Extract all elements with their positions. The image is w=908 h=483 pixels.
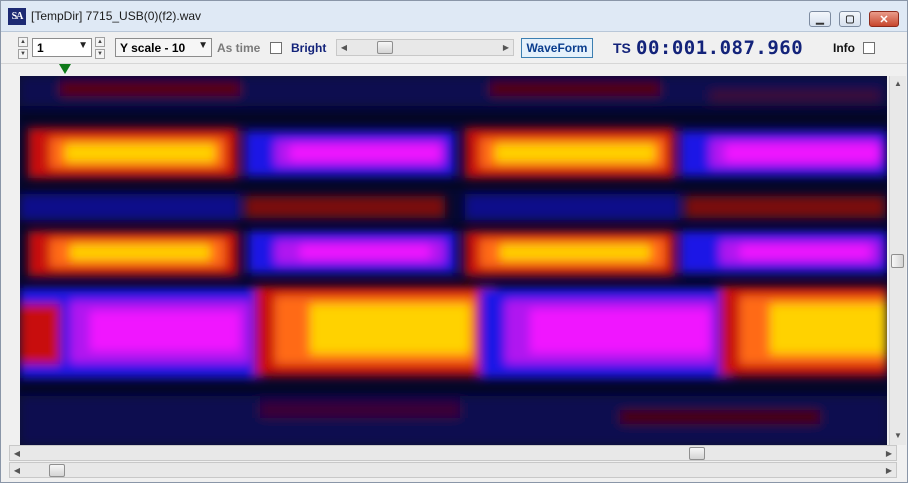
bright-slider[interactable]: ◀ ▶ <box>336 39 514 56</box>
ts-label: TS <box>613 40 631 56</box>
scroll-right-icon[interactable]: ▶ <box>882 463 896 478</box>
file-scrollbar[interactable]: ◀ ▶ <box>9 462 897 478</box>
channel-value: 1 <box>37 41 44 55</box>
view-scroll-thumb[interactable] <box>689 447 706 460</box>
channel-select[interactable]: 1 ▼ <box>32 38 92 57</box>
channel-spin-left[interactable]: ▲ ▼ <box>18 37 28 59</box>
waveform-button[interactable]: WaveForm <box>521 38 593 58</box>
scroll-right-icon[interactable]: ▶ <box>499 40 513 55</box>
scroll-up-icon[interactable]: ▲ <box>891 76 905 91</box>
spectrogram-view[interactable] <box>20 76 887 445</box>
maximize-button[interactable]: ▢ <box>839 11 861 27</box>
as-time-label: As time <box>217 41 261 55</box>
window-title: [TempDir] 7715_USB(0)(f2).wav <box>31 9 202 23</box>
spectrogram-image <box>20 76 887 445</box>
toolbar-divider <box>1 63 907 64</box>
scroll-down-icon[interactable]: ▼ <box>891 428 905 443</box>
vertical-scroll-thumb[interactable] <box>891 254 904 268</box>
vertical-scrollbar[interactable]: ▲ ▼ <box>889 76 906 445</box>
as-time-checkbox[interactable] <box>270 42 282 54</box>
channel-spin-right[interactable]: ▲ ▼ <box>95 37 105 59</box>
maximize-icon: ▢ <box>845 13 855 25</box>
info-checkbox[interactable] <box>863 42 875 54</box>
chevron-down-icon[interactable]: ▼ <box>78 40 88 51</box>
yscale-value: Y scale - 10 <box>120 41 186 55</box>
minimize-icon: ▁ <box>816 13 824 25</box>
yscale-select[interactable]: Y scale - 10 ▼ <box>115 38 212 57</box>
spin-up-icon[interactable]: ▲ <box>18 37 28 47</box>
chevron-down-icon[interactable]: ▼ <box>198 40 208 51</box>
scroll-left-icon[interactable]: ◀ <box>337 40 351 55</box>
view-scrollbar[interactable]: ◀ ▶ <box>9 445 897 461</box>
spin-down-icon[interactable]: ▼ <box>18 49 28 59</box>
title-bar[interactable]: SA [TempDir] 7715_USB(0)(f2).wav ▁ ▢ ✕ <box>1 1 907 32</box>
close-button[interactable]: ✕ <box>869 11 899 27</box>
scroll-left-icon[interactable]: ◀ <box>10 446 24 461</box>
file-scroll-thumb[interactable] <box>49 464 66 477</box>
spin-up-icon[interactable]: ▲ <box>95 37 105 47</box>
close-icon: ✕ <box>879 13 889 26</box>
scroll-left-icon[interactable]: ◀ <box>10 463 24 478</box>
info-label: Info <box>833 41 855 55</box>
scroll-right-icon[interactable]: ▶ <box>882 446 896 461</box>
bright-slider-thumb[interactable] <box>377 41 394 54</box>
app-icon: SA <box>8 8 26 25</box>
position-marker-icon[interactable] <box>59 64 71 74</box>
spin-down-icon[interactable]: ▼ <box>95 49 105 59</box>
toolbar: ▲ ▼ 1 ▼ ▲ ▼ Y scale - 10 ▼ As time Bright … <box>1 32 907 62</box>
bright-label: Bright <box>291 41 327 55</box>
timestamp-value: 00:001.087.960 <box>636 37 804 59</box>
main-window: SA [TempDir] 7715_USB(0)(f2).wav ▁ ▢ ✕ ▲… <box>0 0 908 483</box>
minimize-button[interactable]: ▁ <box>809 11 831 27</box>
